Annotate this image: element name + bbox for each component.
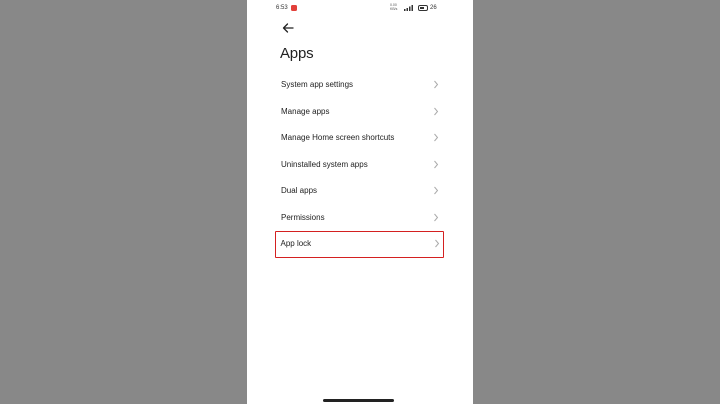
chevron-right-icon — [434, 80, 439, 89]
phone-screen: 6:53 0.00 KB/s 26 Apps System app settin… — [247, 0, 473, 404]
chevron-right-icon — [434, 160, 439, 168]
battery-icon — [418, 5, 428, 11]
network-speed: 0.00 KB/s — [390, 3, 398, 11]
menu-item-label: System app settings — [281, 80, 354, 89]
status-bar: 6:53 0.00 KB/s 26 — [247, 0, 473, 18]
menu-item-label: Manage apps — [281, 106, 330, 116]
battery-percent: 26 — [430, 5, 437, 11]
chevron-right-icon — [434, 186, 439, 195]
arrow-left-icon[interactable] — [280, 20, 296, 36]
chevron-right-icon — [434, 213, 439, 221]
chevron-right-icon — [434, 239, 439, 247]
menu-item-label: Manage Home screen shortcuts — [281, 133, 395, 142]
settings-list: System app settings Manage apps Manage H… — [275, 72, 444, 258]
chevron-right-icon — [434, 133, 439, 142]
menu-item-dual-apps[interactable]: Dual apps — [275, 178, 444, 205]
menu-item-label: Dual apps — [281, 186, 318, 195]
menu-item-app-lock[interactable]: App lock — [275, 231, 444, 258]
menu-item-manage-home-screen-shortcuts[interactable]: Manage Home screen shortcuts — [275, 125, 444, 152]
chevron-right-icon — [434, 107, 439, 115]
signal-icon — [404, 5, 413, 11]
network-speed-unit: KB/s — [390, 6, 398, 11]
page-title: Apps — [280, 45, 314, 62]
menu-item-label: App lock — [280, 238, 312, 248]
home-indicator[interactable] — [323, 399, 394, 402]
menu-item-manage-apps[interactable]: Manage apps — [275, 99, 444, 126]
app-notification-icon — [291, 5, 297, 11]
status-time: 6:53 — [276, 5, 288, 11]
menu-item-label: Uninstalled system apps — [281, 159, 368, 169]
menu-item-system-app-settings[interactable]: System app settings — [275, 72, 444, 99]
menu-item-permissions[interactable]: Permissions — [275, 205, 444, 232]
menu-item-uninstalled-system-apps[interactable]: Uninstalled system apps — [275, 152, 444, 179]
menu-item-label: Permissions — [281, 212, 325, 222]
